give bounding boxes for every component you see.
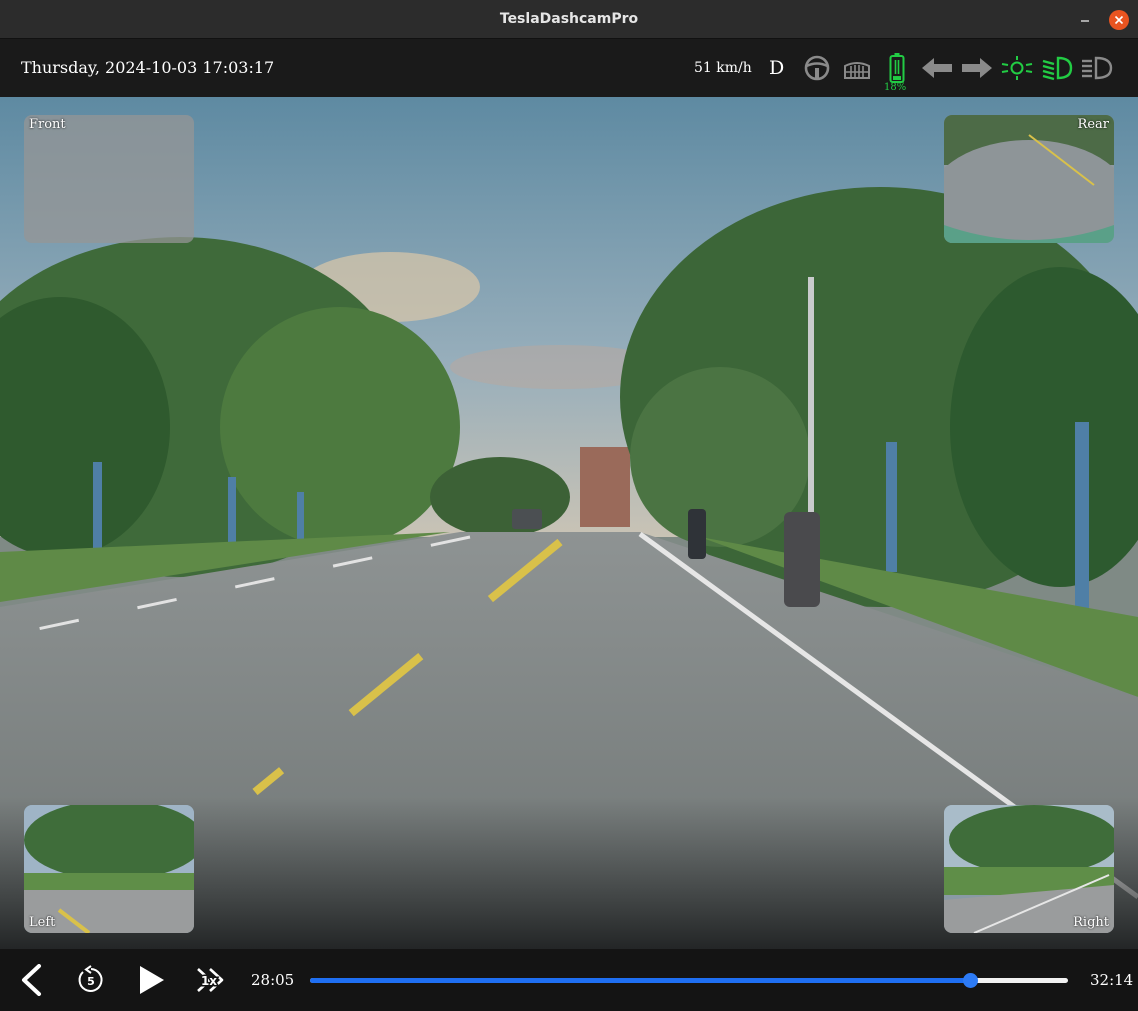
window-title: TeslaDashcamPro: [499, 11, 639, 27]
playback-speed-button[interactable]: 1x: [196, 966, 226, 994]
battery-icon: [889, 53, 905, 83]
rear-camera-label: Rear: [1077, 117, 1109, 132]
rear-camera-thumbnail[interactable]: Rear: [944, 115, 1114, 243]
front-camera-thumbnail[interactable]: Front: [24, 115, 194, 243]
right-camera-label: Right: [1073, 915, 1109, 930]
right-turn-signal-icon: [962, 58, 992, 78]
playback-controls: 5 1x 28:05 32:14: [0, 949, 1138, 1011]
battery-percent: 18%: [884, 82, 907, 93]
play-button[interactable]: [136, 964, 166, 996]
current-time: 28:05: [251, 971, 295, 989]
clip-datetime: Thursday, 2024-10-03 17:03:17: [21, 58, 275, 77]
minimize-button[interactable]: [1075, 10, 1095, 30]
low-beam-icon: [1042, 56, 1073, 81]
status-bar: Thursday, 2024-10-03 17:03:17 51 km/h D …: [0, 39, 1138, 97]
right-camera-thumbnail[interactable]: Right: [944, 805, 1114, 933]
rear-camera-frame: [944, 115, 1114, 243]
play-icon: [140, 966, 164, 994]
fast-forward-icon: 1x: [197, 968, 224, 992]
rewind-icon: 5: [78, 965, 103, 992]
seek-bar-progress: [310, 978, 971, 983]
title-bar: TeslaDashcamPro: [0, 0, 1138, 39]
front-camera-label: Front: [29, 117, 66, 132]
left-turn-signal-icon: [922, 58, 952, 78]
skip-back-button[interactable]: 5: [76, 965, 106, 995]
right-camera-frame: [944, 805, 1114, 933]
parking-lights-icon: [1001, 56, 1033, 80]
seek-bar[interactable]: [310, 973, 1068, 988]
minimize-icon: [1081, 20, 1089, 22]
playback-speed-label: 1x: [201, 974, 217, 988]
close-icon: [1114, 15, 1124, 25]
seek-bar-handle[interactable]: [963, 973, 979, 988]
rear-defrost-icon: [844, 62, 870, 79]
total-time: 32:14: [1090, 971, 1134, 989]
left-camera-label: Left: [29, 915, 56, 930]
back-button[interactable]: [18, 964, 44, 996]
left-camera-thumbnail[interactable]: Left: [24, 805, 194, 933]
main-camera-view[interactable]: Front Rear Left Right: [0, 97, 1138, 949]
left-camera-frame: [24, 805, 194, 933]
close-button[interactable]: [1109, 10, 1129, 30]
battery-level: [893, 76, 901, 80]
gear-indicator: D: [769, 57, 785, 79]
high-beam-icon: [1082, 56, 1113, 80]
skip-back-seconds: 5: [87, 975, 95, 988]
speed-readout: 51 km/h: [694, 60, 752, 76]
steering-wheel-icon: [804, 55, 830, 81]
chevron-left-icon: [22, 964, 41, 996]
